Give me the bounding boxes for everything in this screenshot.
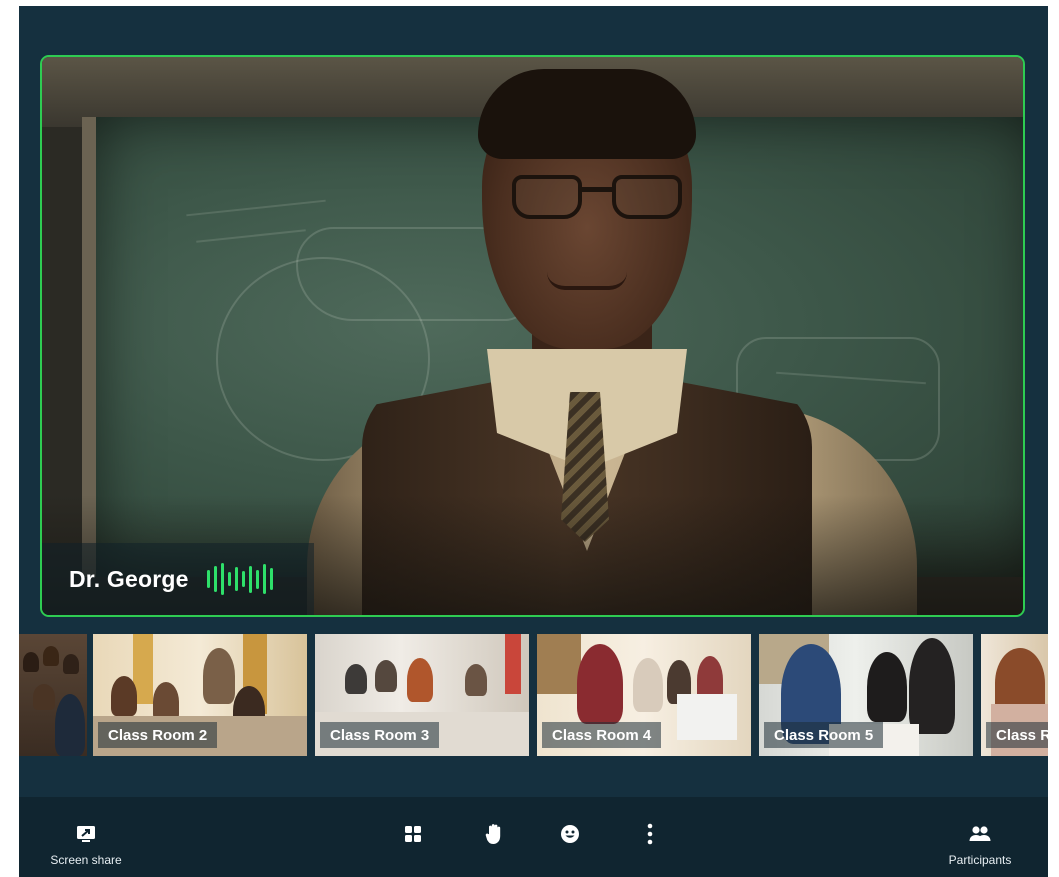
class-room-thumbnail[interactable]: Class Room 2	[93, 634, 307, 756]
active-speaker-video[interactable]: Dr. George	[40, 55, 1025, 617]
class-room-label: Class R	[986, 722, 1048, 748]
class-room-label: Class Room 2	[98, 722, 218, 748]
participants-icon	[967, 821, 993, 847]
more-options-button[interactable]	[635, 797, 665, 877]
emoji-icon	[557, 821, 583, 847]
screen-share-icon	[73, 821, 99, 847]
grid-view-button[interactable]	[398, 797, 428, 877]
audio-level-bar	[220, 563, 224, 595]
more-options-icon	[637, 821, 663, 847]
class-room-thumbnail[interactable]: Class R	[981, 634, 1048, 756]
screen-share-label: Screen share	[50, 853, 122, 867]
screen-share-button[interactable]: Screen share	[41, 797, 131, 877]
class-room-thumbnail[interactable]: Class Room 5	[759, 634, 973, 756]
class-room-thumbnail[interactable]: Class Room 3	[315, 634, 529, 756]
audio-level-bar	[269, 568, 273, 590]
class-room-label: Class Room 3	[320, 722, 440, 748]
audio-level-bar	[234, 567, 238, 591]
speaker-name-tag: Dr. George	[42, 543, 314, 615]
class-room-thumbnails[interactable]: Class Room 2 Class Room 3 Class Room 4 C…	[19, 634, 1048, 756]
audio-level-bar	[248, 565, 252, 593]
meeting-app: Dr. George Class Room 2 Class Room 3 Cla…	[19, 6, 1048, 877]
participants-button[interactable]: Participants	[935, 797, 1025, 877]
audio-level-bar	[255, 569, 259, 589]
raise-hand-icon	[481, 821, 507, 847]
audio-level-bar	[227, 572, 231, 586]
participants-label: Participants	[948, 853, 1012, 867]
class-room-thumbnail[interactable]: Class Room 4	[537, 634, 751, 756]
class-room-thumbnail[interactable]	[19, 634, 87, 756]
audio-level-bar	[206, 570, 210, 588]
speaker-name: Dr. George	[69, 565, 189, 592]
audio-level-bar	[262, 564, 266, 594]
class-room-label: Class Room 5	[764, 722, 884, 748]
audio-level-indicator	[206, 562, 273, 596]
grid-view-icon	[400, 821, 426, 847]
audio-level-bar	[213, 566, 217, 592]
speaker-video-feed	[42, 57, 1023, 615]
audio-level-bar	[241, 571, 245, 587]
reactions-button[interactable]	[555, 797, 585, 877]
raise-hand-button[interactable]	[479, 797, 509, 877]
meeting-toolbar: Screen share Participants	[19, 797, 1048, 877]
class-room-label: Class Room 4	[542, 722, 662, 748]
